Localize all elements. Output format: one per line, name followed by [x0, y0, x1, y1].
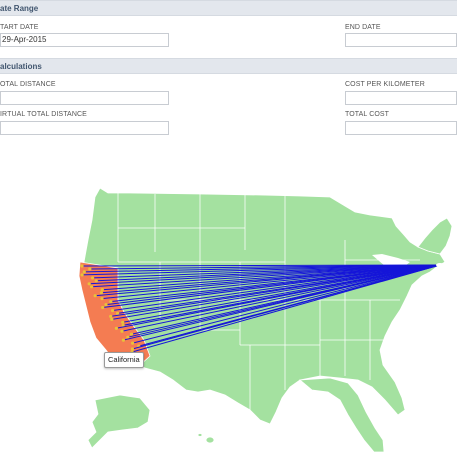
cost-per-km-label: COST PER KILOMETER [345, 81, 425, 88]
virtual-total-distance-input[interactable] [0, 121, 169, 135]
end-date-label: END DATE [345, 24, 381, 31]
total-cost-input[interactable] [345, 121, 457, 135]
route-endpoint [91, 276, 95, 280]
start-date-input[interactable]: 29-Apr-2015 [0, 33, 169, 47]
alaska-shape [87, 394, 151, 449]
route-endpoint [110, 317, 114, 321]
calculations-title: alculations [0, 62, 42, 71]
florida-shape [298, 377, 385, 453]
route-endpoint [82, 270, 86, 274]
map-tooltip: California [104, 352, 144, 368]
calculations-header: alculations [0, 58, 457, 74]
date-range-title: ate Range [0, 4, 39, 13]
total-distance-input[interactable] [0, 91, 169, 105]
route-hub [436, 263, 444, 267]
virtual-total-distance-label: IRTUAL TOTAL DISTANCE [0, 111, 87, 118]
route-endpoint [94, 279, 98, 283]
route-endpoint [87, 282, 91, 286]
route-endpoint [88, 267, 92, 271]
total-distance-label: OTAL DISTANCE [0, 81, 56, 88]
route-endpoint [104, 303, 108, 307]
route-endpoint [114, 326, 118, 330]
route-endpoint [116, 311, 120, 315]
us-map[interactable] [0, 170, 457, 457]
hawaii-island-2 [197, 433, 203, 437]
route-endpoint [80, 264, 84, 268]
route-endpoint [109, 300, 113, 304]
date-range-header: ate Range [0, 0, 457, 16]
route-endpoint [101, 305, 105, 310]
new-england-shape [417, 217, 453, 255]
route-endpoint [129, 332, 134, 336]
end-date-input[interactable] [345, 33, 457, 47]
total-cost-label: TOTAL COST [345, 111, 390, 118]
route-endpoint [100, 288, 104, 292]
hawaii-shape [205, 436, 215, 444]
route-endpoint [120, 329, 124, 333]
route-endpoint [99, 291, 103, 295]
route-endpoint [100, 297, 104, 301]
route-endpoint [80, 273, 84, 277]
route-endpoint [121, 338, 125, 342]
route-endpoint [130, 347, 134, 351]
route-endpoint [131, 341, 135, 345]
route-endpoint [121, 320, 125, 324]
route-endpoint [111, 308, 115, 313]
route-endpoint [90, 285, 94, 289]
start-date-label: TART DATE [0, 24, 39, 31]
route-endpoint [109, 314, 113, 318]
route-endpoint [93, 294, 97, 298]
cost-per-km-input[interactable] [345, 91, 457, 105]
